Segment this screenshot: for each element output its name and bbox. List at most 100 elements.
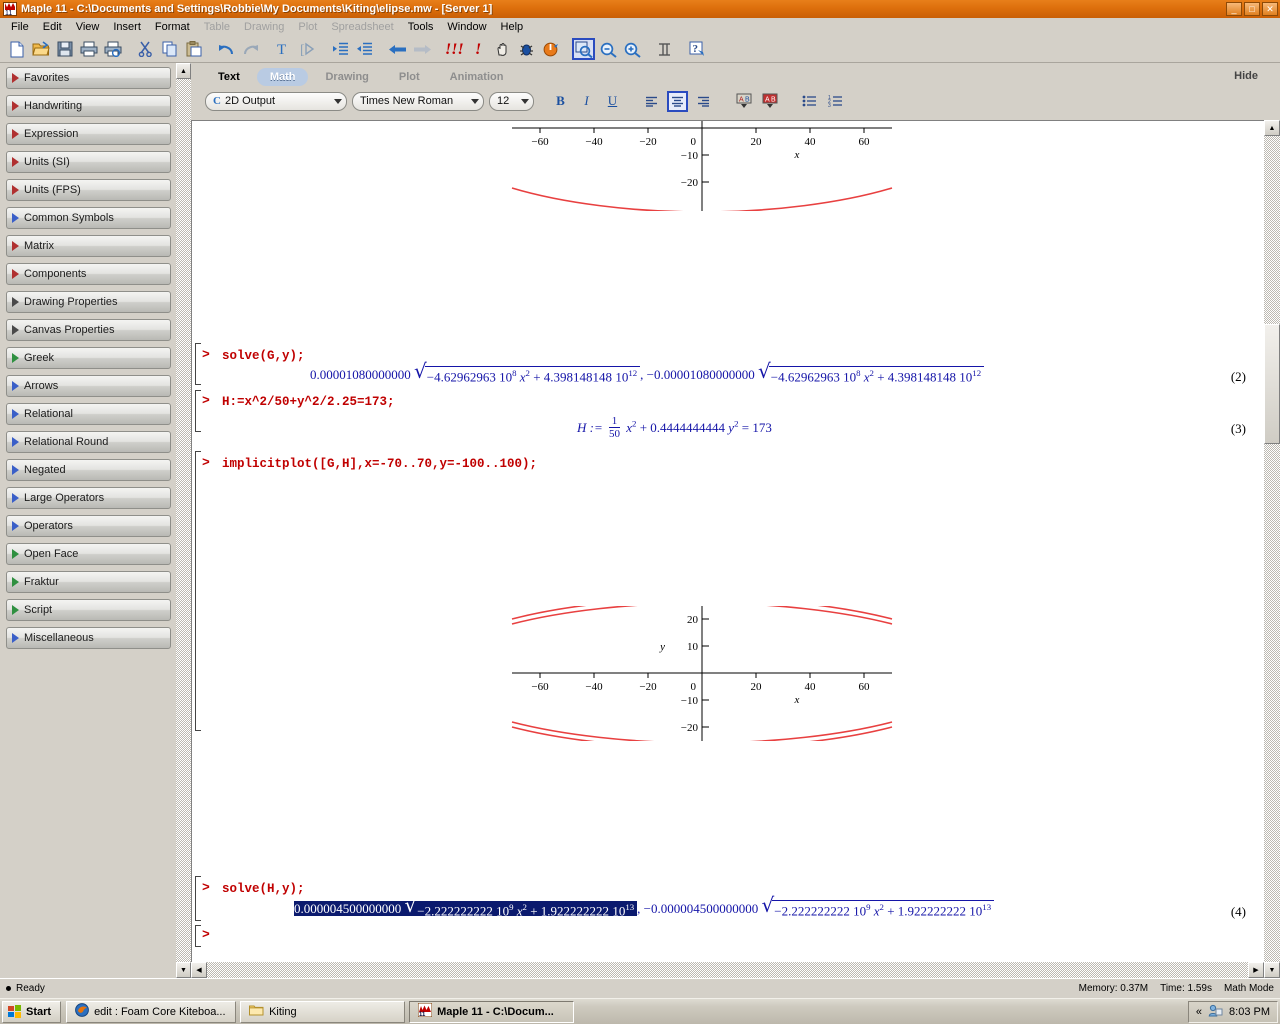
palette-item-handwriting[interactable]: Handwriting: [6, 95, 171, 117]
menu-item-format[interactable]: Format: [148, 20, 197, 34]
menu-item-window[interactable]: Window: [440, 20, 493, 34]
vscroll-track[interactable]: [1264, 136, 1280, 324]
hscroll-track[interactable]: [207, 962, 1248, 978]
minimize-button[interactable]: _: [1226, 2, 1242, 16]
menu-item-view[interactable]: View: [69, 20, 107, 34]
plot-output-2[interactable]: −60 −40 −20 20 40 60 0 20 10 −10 −20 y x: [502, 606, 902, 741]
menu-item-help[interactable]: Help: [494, 20, 531, 34]
palette-item-expression[interactable]: Expression: [6, 123, 171, 145]
palette-item-operators[interactable]: Operators: [6, 515, 171, 537]
paste-icon[interactable]: [182, 38, 205, 60]
maximize-button[interactable]: □: [1244, 2, 1260, 16]
undo-icon[interactable]: [215, 38, 238, 60]
tab-text[interactable]: Text: [205, 68, 253, 86]
user-accounts-icon[interactable]: [1208, 1004, 1223, 1020]
open-icon[interactable]: [29, 38, 52, 60]
palette-item-units-si[interactable]: Units (SI): [6, 151, 171, 173]
taskbar-item-maple[interactable]: 11 Maple 11 - C:\Docum...: [409, 1000, 575, 1023]
vscroll-down-button[interactable]: ▼: [1264, 962, 1280, 978]
palette-item-common-symbols[interactable]: Common Symbols: [6, 207, 171, 229]
style-dropdown[interactable]: C 2D Output: [205, 91, 347, 111]
input-prompt-empty[interactable]: >: [202, 927, 210, 942]
palette-scrollbar[interactable]: ▲ ▼: [175, 63, 191, 978]
palette-item-components[interactable]: Components: [6, 263, 171, 285]
palette-item-negated[interactable]: Negated: [6, 459, 171, 481]
help-icon[interactable]: ?: [686, 38, 709, 60]
bold-button[interactable]: B: [550, 91, 571, 112]
hscroll-left-button[interactable]: ◀: [191, 962, 207, 978]
text-color-icon[interactable]: A B: [734, 91, 755, 112]
copy-icon[interactable]: [158, 38, 181, 60]
indent-icon[interactable]: [329, 38, 352, 60]
tab-animation[interactable]: Animation: [437, 68, 517, 86]
menu-item-file[interactable]: File: [4, 20, 36, 34]
tab-plot[interactable]: Plot: [386, 68, 433, 86]
text-mode-icon[interactable]: T: [272, 38, 295, 60]
vscroll-thumb[interactable]: [1264, 324, 1280, 444]
start-button[interactable]: Start: [2, 1000, 62, 1023]
input-line-solve-h[interactable]: solve(H,y);: [222, 882, 305, 896]
palette-item-matrix[interactable]: Matrix: [6, 235, 171, 257]
execute-all-icon[interactable]: !!!: [443, 38, 466, 60]
worksheet-vscrollbar[interactable]: ▲ ▼: [1264, 120, 1280, 978]
tab-math[interactable]: Math: [256, 67, 309, 86]
execute-icon[interactable]: !: [467, 38, 490, 60]
hide-context-bar-button[interactable]: Hide: [1234, 70, 1258, 82]
font-size-dropdown[interactable]: 12: [489, 91, 534, 111]
palette-item-fraktur[interactable]: Fraktur: [6, 571, 171, 593]
align-right-icon[interactable]: [693, 91, 714, 112]
palette-item-canvas-properties[interactable]: Canvas Properties: [6, 319, 171, 341]
save-icon[interactable]: [53, 38, 76, 60]
redo-icon[interactable]: [239, 38, 262, 60]
vscroll-up-button[interactable]: ▲: [1264, 120, 1280, 136]
numbered-list-icon[interactable]: 123: [825, 91, 846, 112]
input-line-solve-g[interactable]: solve(G,y);: [222, 349, 305, 363]
menu-item-insert[interactable]: Insert: [106, 20, 148, 34]
palette-item-large-operators[interactable]: Large Operators: [6, 487, 171, 509]
align-center-icon[interactable]: [667, 90, 688, 112]
palette-item-script[interactable]: Script: [6, 599, 171, 621]
zoom-in-icon[interactable]: [620, 38, 643, 60]
math-mode-icon[interactable]: [: [296, 38, 319, 60]
vscroll-track[interactable]: [1264, 444, 1280, 962]
palette-item-miscellaneous[interactable]: Miscellaneous: [6, 627, 171, 649]
palette-item-units-fps[interactable]: Units (FPS): [6, 179, 171, 201]
plot-output-1[interactable]: −60 −40 −20 20 40 60 0 −10 −20 x: [502, 121, 902, 211]
palette-item-favorites[interactable]: Favorites: [6, 67, 171, 89]
highlight-color-icon[interactable]: A B: [760, 91, 781, 112]
font-dropdown[interactable]: Times New Roman: [352, 91, 484, 111]
palette-item-drawing-properties[interactable]: Drawing Properties: [6, 291, 171, 313]
stop-icon[interactable]: [491, 38, 514, 60]
print-icon[interactable]: [77, 38, 100, 60]
input-line-implicitplot[interactable]: implicitplot([G,H],x=-70..70,y=-100..100…: [222, 457, 537, 471]
math-output-3[interactable]: H := 1 50 x2 + 0.4444444444 y2 = 173: [577, 416, 772, 441]
hscroll-right-button[interactable]: ▶: [1248, 962, 1264, 978]
math-output-2[interactable]: 0.00001080000000 √ −4.62962963 108 x2 + 4…: [310, 361, 985, 385]
input-line-define-h[interactable]: H:=x^2/50+y^2/2.25=173;: [222, 395, 395, 409]
underline-button[interactable]: U: [602, 91, 623, 112]
menu-item-edit[interactable]: Edit: [36, 20, 69, 34]
back-icon[interactable]: [386, 38, 409, 60]
palette-item-relational-round[interactable]: Relational Round: [6, 431, 171, 453]
palette-scroll-up-button[interactable]: ▲: [176, 63, 191, 79]
outdent-icon[interactable]: [353, 38, 376, 60]
tab-drawing[interactable]: Drawing: [312, 68, 381, 86]
tray-expand-button[interactable]: «: [1196, 1006, 1202, 1018]
close-button[interactable]: ✕: [1262, 2, 1278, 16]
math-output-4[interactable]: 0.000004500000000 √ −2.222222222 109 x2 +…: [294, 895, 995, 919]
align-left-icon[interactable]: [641, 91, 662, 112]
forward-icon[interactable]: [410, 38, 433, 60]
menu-item-tools[interactable]: Tools: [401, 20, 441, 34]
taskbar-item-firefox[interactable]: edit : Foam Core Kiteboa...: [66, 1000, 237, 1023]
palette-item-arrows[interactable]: Arrows: [6, 375, 171, 397]
palette-item-open-face[interactable]: Open Face: [6, 543, 171, 565]
zoom-out-icon[interactable]: [596, 38, 619, 60]
palette-item-greek[interactable]: Greek: [6, 347, 171, 369]
debug-icon[interactable]: [515, 38, 538, 60]
output4-selected-expression[interactable]: 0.000004500000000 √ −2.222222222 109 x2 +…: [294, 895, 638, 918]
restart-icon[interactable]: [539, 38, 562, 60]
new-icon[interactable]: [5, 38, 28, 60]
palette-scroll-down-button[interactable]: ▼: [176, 962, 191, 978]
italic-button[interactable]: I: [576, 91, 597, 112]
worksheet-canvas[interactable]: −60 −40 −20 20 40 60 0 −10 −20 x > solve…: [191, 120, 1264, 962]
